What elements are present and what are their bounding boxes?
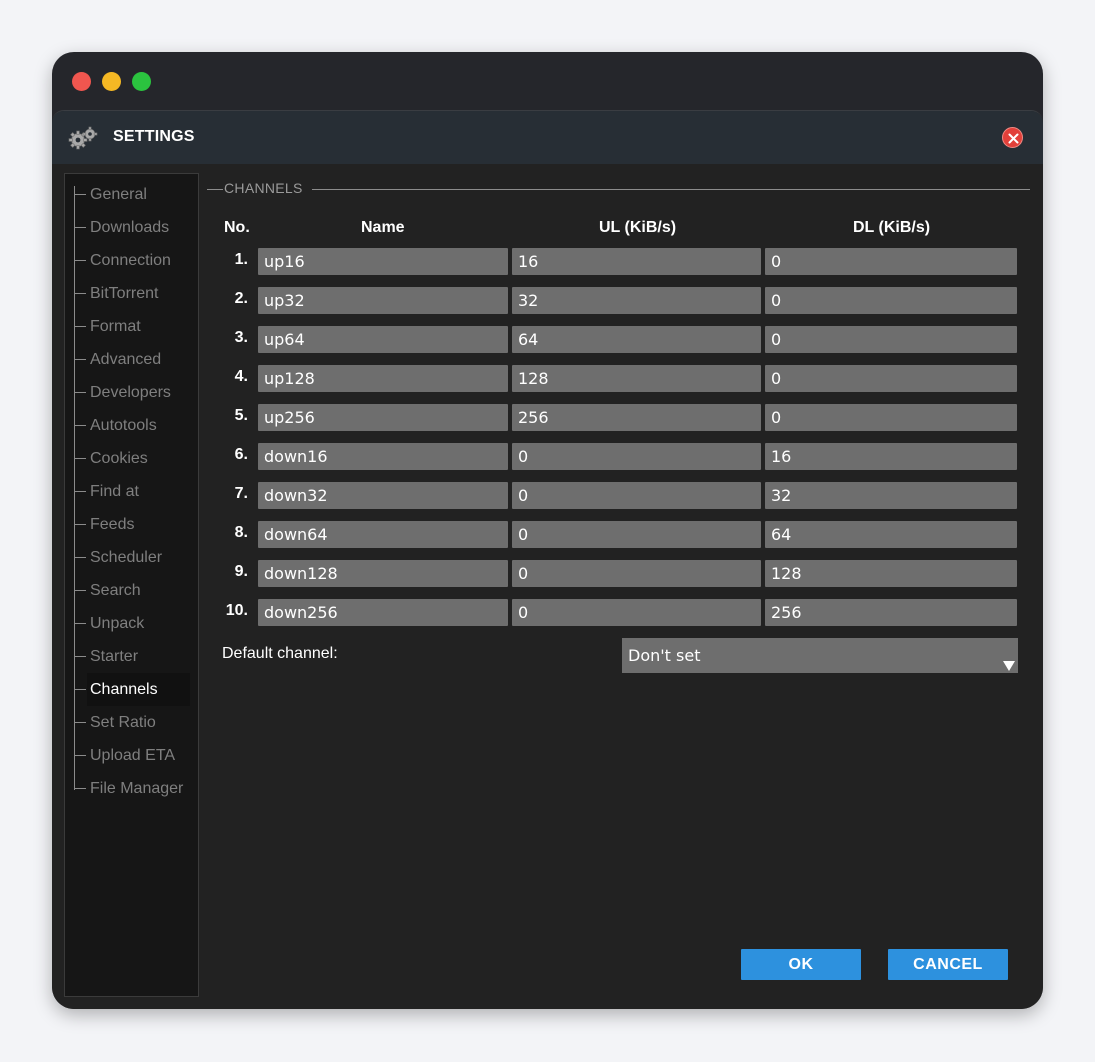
sidebar-item-downloads[interactable]: Downloads (74, 211, 190, 244)
ul-limit-field[interactable]: 0 (512, 443, 761, 470)
ok-button[interactable]: OK (741, 949, 861, 980)
dialog-titlebar: SETTINGS (52, 111, 1043, 164)
channel-name-field[interactable]: up32 (258, 287, 508, 314)
settings-sidebar: General Downloads Connection BitTorrent … (64, 173, 199, 997)
channel-name-field[interactable]: down256 (258, 599, 508, 626)
sidebar-item-starter[interactable]: Starter (74, 640, 190, 673)
window-maximize-dot[interactable] (132, 72, 151, 91)
channel-name-field[interactable]: up64 (258, 326, 508, 353)
dropdown-arrow-icon (1002, 649, 1016, 684)
sidebar-item-advanced[interactable]: Advanced (74, 343, 190, 376)
channel-name-field[interactable]: down64 (258, 521, 508, 548)
sidebar-item-upload-eta[interactable]: Upload ETA (74, 739, 190, 772)
row-number: 4. (234, 368, 248, 385)
dl-limit-field[interactable]: 0 (765, 404, 1017, 431)
row-number: 3. (234, 329, 248, 346)
channel-name-field[interactable]: down32 (258, 482, 508, 509)
dl-limit-field[interactable]: 0 (765, 287, 1017, 314)
dl-limit-field[interactable]: 128 (765, 560, 1017, 587)
section-divider-right (312, 189, 1030, 190)
default-channel-label: Default channel: (222, 645, 338, 662)
channel-name-field[interactable]: up16 (258, 248, 508, 275)
ul-limit-field[interactable]: 64 (512, 326, 761, 353)
window-minimize-dot[interactable] (102, 72, 121, 91)
row-number: 9. (234, 563, 248, 580)
row-number: 2. (234, 290, 248, 307)
ul-limit-field[interactable]: 0 (512, 521, 761, 548)
gears-icon (68, 125, 98, 151)
row-number: 10. (225, 602, 248, 619)
column-header-ul: UL (KiB/s) (599, 219, 677, 236)
row-number: 1. (234, 251, 248, 268)
sidebar-item-general[interactable]: General (74, 178, 190, 211)
ul-limit-field[interactable]: 16 (512, 248, 761, 275)
channel-name-field[interactable]: down128 (258, 560, 508, 587)
sidebar-item-bittorrent[interactable]: BitTorrent (74, 277, 190, 310)
channel-name-field[interactable]: up128 (258, 365, 508, 392)
sidebar-item-find-at[interactable]: Find at (74, 475, 190, 508)
default-channel-value: Don't set (628, 646, 701, 665)
row-number: 7. (234, 485, 248, 502)
ul-limit-field[interactable]: 128 (512, 365, 761, 392)
dl-limit-field[interactable]: 16 (765, 443, 1017, 470)
column-header-no: No. (224, 219, 250, 236)
row-number: 5. (234, 407, 248, 424)
sidebar-item-channels[interactable]: Channels (74, 673, 190, 706)
dl-limit-field[interactable]: 0 (765, 248, 1017, 275)
window-close-dot[interactable] (72, 72, 91, 91)
ul-limit-field[interactable]: 0 (512, 599, 761, 626)
app-window: SETTINGS General Downloads Connection Bi… (52, 52, 1043, 1009)
window-controls (72, 72, 151, 91)
section-title: CHANNELS (224, 180, 303, 196)
row-number: 8. (234, 524, 248, 541)
sidebar-item-unpack[interactable]: Unpack (74, 607, 190, 640)
row-number: 6. (234, 446, 248, 463)
column-header-name: Name (361, 219, 405, 236)
sidebar-item-format[interactable]: Format (74, 310, 190, 343)
default-channel-select[interactable]: Don't set (622, 638, 1018, 673)
sidebar-item-set-ratio[interactable]: Set Ratio (74, 706, 190, 739)
dl-limit-field[interactable]: 0 (765, 326, 1017, 353)
sidebar-item-developers[interactable]: Developers (74, 376, 190, 409)
dialog-title: SETTINGS (113, 128, 195, 145)
sidebar-item-search[interactable]: Search (74, 574, 190, 607)
sidebar-item-connection[interactable]: Connection (74, 244, 190, 277)
dl-limit-field[interactable]: 0 (765, 365, 1017, 392)
channel-name-field[interactable]: down16 (258, 443, 508, 470)
sidebar-item-feeds[interactable]: Feeds (74, 508, 190, 541)
ul-limit-field[interactable]: 32 (512, 287, 761, 314)
dl-limit-field[interactable]: 32 (765, 482, 1017, 509)
settings-dialog: SETTINGS General Downloads Connection Bi… (52, 110, 1043, 1009)
sidebar-item-scheduler[interactable]: Scheduler (74, 541, 190, 574)
section-divider-left (207, 189, 223, 190)
ul-limit-field[interactable]: 0 (512, 482, 761, 509)
channel-name-field[interactable]: up256 (258, 404, 508, 431)
sidebar-item-cookies[interactable]: Cookies (74, 442, 190, 475)
close-icon[interactable] (1002, 127, 1023, 148)
sidebar-item-file-manager[interactable]: File Manager (74, 772, 190, 805)
column-header-dl: DL (KiB/s) (853, 219, 931, 236)
cancel-button[interactable]: CANCEL (888, 949, 1008, 980)
ul-limit-field[interactable]: 256 (512, 404, 761, 431)
dl-limit-field[interactable]: 256 (765, 599, 1017, 626)
ul-limit-field[interactable]: 0 (512, 560, 761, 587)
dl-limit-field[interactable]: 64 (765, 521, 1017, 548)
sidebar-item-autotools[interactable]: Autotools (74, 409, 190, 442)
